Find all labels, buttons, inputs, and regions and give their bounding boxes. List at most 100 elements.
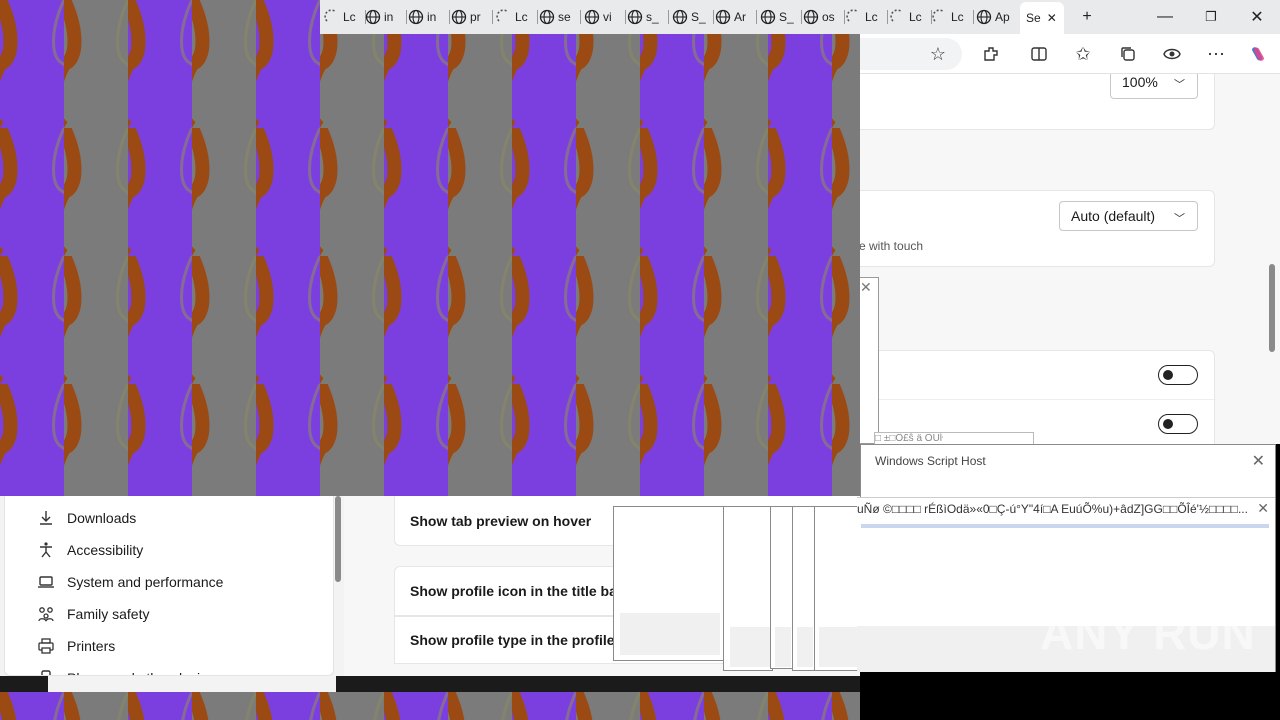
loading-icon xyxy=(890,9,909,25)
tab-strip: Lc in in pr Lc se vi s_ S_ Ar S_ os Lc Lc Lc Ap Se ✕ + — … xyxy=(320,0,1280,34)
family-icon xyxy=(38,607,54,622)
anyrun-watermark: ANY RUN xyxy=(1040,607,1256,659)
sidebar-item-label: Downloads xyxy=(67,510,137,526)
accessibility-icon xyxy=(40,542,52,558)
dialog-fragment: ✕ xyxy=(860,277,879,444)
collections-icon[interactable] xyxy=(1116,42,1140,66)
toolbar-mode-dropdown[interactable]: Auto (default) ﹀ xyxy=(1059,201,1198,231)
browser-tab[interactable]: s_ xyxy=(627,5,667,29)
browser-tab[interactable]: Lc xyxy=(890,5,930,29)
divider xyxy=(860,399,1216,400)
globe-icon xyxy=(539,9,558,25)
tab-label: os xyxy=(822,10,835,24)
sidebar-item-printers[interactable]: Printers xyxy=(38,634,115,658)
zoom-dropdown[interactable]: 100% ﹀ xyxy=(1110,74,1198,99)
browser-tab[interactable]: Lc xyxy=(932,5,972,29)
browser-toolbar: ☆ ✩ ⋯ xyxy=(860,34,1280,74)
sidebar-item-label: Family safety xyxy=(67,606,150,622)
new-tab-button[interactable]: + xyxy=(1064,0,1110,34)
tab-separator xyxy=(625,10,626,24)
more-options-icon[interactable]: ⋯ xyxy=(1204,42,1228,66)
sidebar-item-label: Accessibility xyxy=(67,542,144,558)
tab-label: Lc xyxy=(515,10,528,24)
tab-label: Lc xyxy=(865,10,878,24)
tab-label: S_ xyxy=(691,10,706,24)
tab-separator xyxy=(492,10,493,24)
browser-tab[interactable]: os xyxy=(803,5,843,29)
tab-separator xyxy=(668,10,669,24)
tab-separator xyxy=(801,10,802,24)
globe-icon xyxy=(627,9,646,25)
browser-tab[interactable]: S_ xyxy=(672,5,712,29)
browser-essentials-icon[interactable] xyxy=(1160,42,1184,66)
minimize-button[interactable]: — xyxy=(1142,0,1188,34)
close-tab-icon[interactable]: ✕ xyxy=(1047,11,1057,25)
browser-tab[interactable]: S_ xyxy=(760,5,800,29)
sidebar-item-phone-and-other-devices[interactable]: Phone and other devices xyxy=(41,666,222,675)
tab-separator xyxy=(580,10,581,24)
tab-label: S_ xyxy=(779,10,794,24)
error-text: uÑø ©□□□□ rÉßìOdä»«0□Ç-ú°Y"4í□A EuúÕ%u)+… xyxy=(857,502,1247,516)
tab-label: se xyxy=(558,10,571,24)
download-icon xyxy=(40,511,52,525)
browser-tab[interactable]: in xyxy=(408,5,448,29)
laptop-icon xyxy=(38,576,54,588)
browser-tab[interactable]: in xyxy=(365,5,405,29)
browser-tab[interactable]: se xyxy=(539,5,579,29)
extensions-icon[interactable] xyxy=(979,42,1003,66)
tab-separator xyxy=(844,10,845,24)
tab-separator xyxy=(537,10,538,24)
loading-icon xyxy=(932,9,951,25)
split-screen-icon[interactable] xyxy=(1027,42,1051,66)
zoom-card: 100% ﹀ xyxy=(860,74,1215,130)
browser-tab[interactable]: Se ✕ xyxy=(1020,2,1064,34)
striped-overlay-bottom xyxy=(0,692,860,720)
toggles-card xyxy=(860,350,1216,444)
progress-bar xyxy=(861,524,1269,528)
close-icon[interactable]: ✕ xyxy=(1257,500,1269,517)
browser-tab[interactable]: Ap xyxy=(976,5,1016,29)
loading-icon xyxy=(324,9,343,25)
popup-fragment: □ ±□Ô£ŝ ä ÕUŀ xyxy=(874,432,1034,444)
dialog-title: Windows Script Host xyxy=(875,454,986,468)
toggle-switch-1[interactable] xyxy=(1158,365,1198,385)
toggle-switch-2[interactable] xyxy=(1158,414,1198,434)
globe-icon xyxy=(584,9,603,25)
globe-icon xyxy=(976,9,995,25)
setting-label: Show profile icon in the title bar xyxy=(410,583,623,599)
sidebar-item-system-and-performance[interactable]: System and performance xyxy=(38,570,223,594)
sidebar-item-downloads[interactable]: Downloads xyxy=(40,506,137,530)
sidebar-item-family-safety[interactable]: Family safety xyxy=(38,602,150,626)
sidebar-scrollbar-thumb[interactable] xyxy=(335,496,341,582)
tab-separator xyxy=(756,10,757,24)
sidebar-item-accessibility[interactable]: Accessibility xyxy=(40,538,144,562)
close-icon[interactable]: ✕ xyxy=(860,279,872,296)
blank-dialog-5 xyxy=(814,506,860,671)
settings-main-column: Show tab preview on hover Show profile i… xyxy=(344,496,860,676)
tab-label: in xyxy=(427,10,437,24)
tab-label: Ap xyxy=(995,10,1010,24)
taskbar xyxy=(0,676,860,692)
restore-button[interactable]: ❐ xyxy=(1188,0,1234,34)
touch-hint-text: e with touch xyxy=(860,239,924,253)
close-icon[interactable]: ✕ xyxy=(1252,451,1265,471)
browser-tab[interactable]: Lc xyxy=(324,5,364,29)
copilot-icon[interactable] xyxy=(1246,42,1270,66)
tab-separator xyxy=(713,10,714,24)
sidebar-nav: Downloads Accessibility System and perform… xyxy=(4,496,334,676)
chevron-down-icon: ﹀ xyxy=(1174,213,1185,225)
favorite-star-icon[interactable]: ☆ xyxy=(926,42,950,66)
browser-tab[interactable]: Lc xyxy=(496,5,536,29)
tab-separator xyxy=(973,10,974,24)
tab-separator xyxy=(406,10,407,24)
globe-icon xyxy=(715,9,734,25)
favorites-icon[interactable]: ✩ xyxy=(1071,42,1095,66)
browser-tab[interactable]: Lc xyxy=(846,5,886,29)
browser-tab[interactable]: vi xyxy=(584,5,624,29)
close-window-button[interactable]: ✕ xyxy=(1234,0,1280,34)
wave-pattern xyxy=(0,0,860,496)
browser-tab[interactable]: Ar xyxy=(715,5,755,29)
page-scrollbar-thumb[interactable] xyxy=(1269,264,1275,352)
globe-icon xyxy=(365,9,384,25)
browser-tab[interactable]: pr xyxy=(451,5,491,29)
